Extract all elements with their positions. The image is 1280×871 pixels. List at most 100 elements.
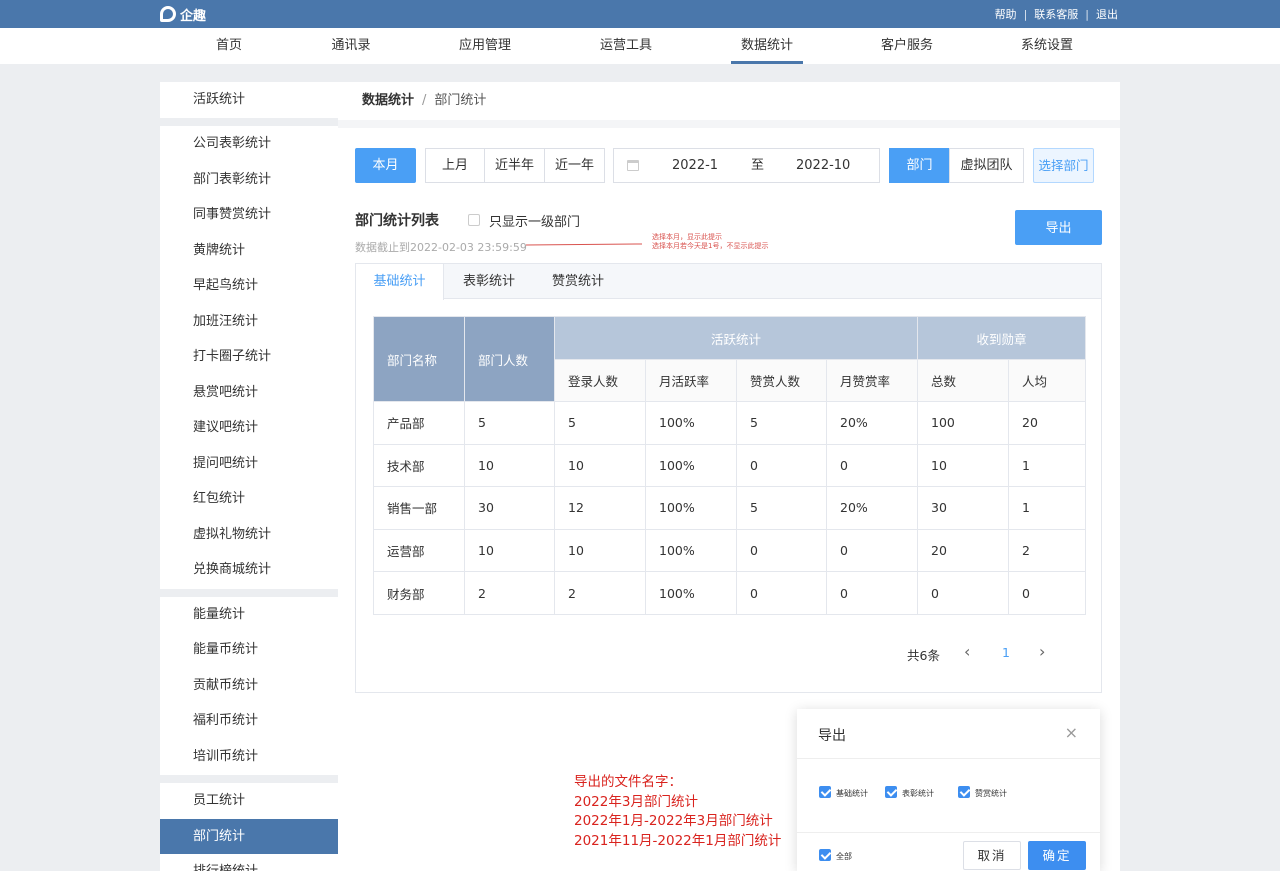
pager-page-1[interactable]: 1: [1002, 645, 1010, 660]
breadcrumb: 数据统计 / 部门统计: [362, 93, 487, 108]
group-header-active: 活跃统计: [554, 316, 918, 360]
list-title: 部门统计列表: [355, 213, 439, 229]
export-all-label[interactable]: 全部: [836, 851, 852, 862]
confirm-button[interactable]: 确定: [1028, 841, 1086, 870]
export-praise-checkbox[interactable]: [958, 786, 970, 798]
period-last-month-button[interactable]: 上月: [425, 148, 485, 183]
sidebar-item-department[interactable]: 部门统计: [160, 819, 338, 854]
scope-department-button[interactable]: 部门: [889, 148, 950, 183]
nav-data-statistics[interactable]: 数据统计: [731, 28, 803, 64]
sidebar-item-question[interactable]: 提问吧统计: [160, 446, 338, 481]
col-header-dept-count: 部门人数: [464, 316, 555, 402]
sidebar-item-checkin-circle[interactable]: 打卡圈子统计: [160, 339, 338, 374]
sidebar-item-dept-award[interactable]: 部门表彰统计: [160, 162, 338, 197]
sidebar-item-energy-coin[interactable]: 能量币统计: [160, 632, 338, 667]
export-award-label[interactable]: 表彰统计: [902, 788, 934, 799]
select-department-button[interactable]: 选择部门: [1033, 148, 1094, 183]
table-row: 运营部 10 10 100% 0 0 20 2: [373, 528, 1086, 573]
breadcrumb-parent[interactable]: 数据统计: [362, 93, 414, 108]
date-range-picker[interactable]: 2022-1 至 2022-10: [613, 148, 880, 183]
date-range-separator: 至: [751, 158, 765, 173]
sidebar-item-contribution-coin[interactable]: 贡献币统计: [160, 668, 338, 703]
export-button[interactable]: 导出: [1015, 210, 1102, 245]
col-header-monthly-praise-rate: 月赞赏率: [826, 359, 918, 402]
nav-customer-service[interactable]: 客户服务: [878, 28, 936, 64]
divider: [797, 758, 1100, 759]
divider: [797, 832, 1100, 833]
sidebar-item-yellow-card[interactable]: 黄牌统计: [160, 233, 338, 268]
sidebar-item-training-coin[interactable]: 培训币统计: [160, 739, 338, 774]
export-dialog: 导出 × 基础统计 表彰统计 赞赏统计 全部 取消 确定: [797, 709, 1100, 871]
sidebar-item-company-award[interactable]: 公司表彰统计: [160, 126, 338, 161]
annotation-line: [525, 243, 643, 246]
sidebar-item-suggestion[interactable]: 建议吧统计: [160, 410, 338, 445]
nav-operation-tools[interactable]: 运营工具: [597, 28, 655, 64]
tab-award-stats[interactable]: 表彰统计: [451, 264, 527, 299]
sidebar-item-employee[interactable]: 员工统计: [160, 783, 338, 818]
scope-virtual-team-button[interactable]: 虚拟团队: [949, 148, 1024, 183]
sidebar-item-exchange-mall[interactable]: 兑换商城统计: [160, 552, 338, 587]
nav-home[interactable]: 首页: [209, 28, 249, 64]
col-header-praise-count: 赞赏人数: [736, 359, 827, 402]
main-nav: 首页 通讯录 应用管理 运营工具 数据统计 客户服务 系统设置: [0, 28, 1280, 64]
sidebar-item-bounty[interactable]: 悬赏吧统计: [160, 375, 338, 410]
data-deadline-text: 数据截止到2022-02-03 23:59:59: [355, 241, 527, 254]
close-icon[interactable]: ×: [1065, 723, 1078, 742]
tab-basic-stats[interactable]: 基础统计: [356, 264, 444, 300]
logout-link[interactable]: 退出: [1096, 6, 1118, 22]
sidebar-divider: [160, 775, 338, 783]
sidebar-item-virtual-gift[interactable]: 虚拟礼物统计: [160, 517, 338, 552]
pager-total: 共6条: [907, 648, 940, 663]
logo-text: 企趣: [180, 8, 207, 24]
only-top-level-checkbox[interactable]: [468, 214, 480, 226]
department-stats-table: 部门名称 部门人数 活跃统计 收到勋章 登录人数 月活跃率 赞赏人数 月赞赏率 …: [373, 316, 1086, 615]
sidebar: 活跃统计 公司表彰统计 部门表彰统计 同事赞赏统计 黄牌统计 早起鸟统计 加班汪…: [160, 82, 338, 871]
period-one-year-button[interactable]: 近一年: [544, 148, 605, 183]
nav-system-settings[interactable]: 系统设置: [1018, 28, 1076, 64]
contact-support-link[interactable]: 联系客服: [1034, 6, 1078, 22]
export-basic-checkbox[interactable]: [819, 786, 831, 798]
pager-prev-icon[interactable]: ‹: [964, 642, 970, 661]
top-bar: 企趣 帮助 | 联系客服 | 退出: [0, 0, 1280, 28]
nav-contacts[interactable]: 通讯录: [331, 28, 371, 64]
sidebar-item-welfare-coin[interactable]: 福利币统计: [160, 703, 338, 738]
top-links: 帮助 | 联系客服 | 退出: [994, 6, 1118, 22]
sidebar-divider: [160, 118, 338, 126]
period-half-year-button[interactable]: 近半年: [484, 148, 545, 183]
logo[interactable]: 企趣: [160, 4, 206, 24]
export-basic-label[interactable]: 基础统计: [836, 788, 868, 799]
tab-praise-stats[interactable]: 赞赏统计: [540, 264, 616, 299]
sidebar-item-active-stats[interactable]: 活跃统计: [160, 82, 338, 117]
divider: [338, 120, 1120, 128]
sidebar-item-colleague-praise[interactable]: 同事赞赏统计: [160, 197, 338, 232]
period-this-month-button[interactable]: 本月: [355, 148, 416, 183]
export-award-checkbox[interactable]: [885, 786, 897, 798]
export-dialog-title: 导出: [818, 728, 846, 744]
cancel-button[interactable]: 取消: [963, 841, 1021, 870]
date-end[interactable]: 2022-10: [796, 149, 850, 182]
export-praise-label[interactable]: 赞赏统计: [975, 788, 1007, 799]
sidebar-item-red-packet[interactable]: 红包统计: [160, 481, 338, 516]
sidebar-divider: [160, 589, 338, 597]
only-top-level-label[interactable]: 只显示一级部门: [489, 211, 580, 230]
table-row: 产品部 5 5 100% 5 20% 100 20: [373, 401, 1086, 445]
stats-card: 基础统计 表彰统计 赞赏统计 部门名称 部门人数 活跃统计 收到勋章 登录人数 …: [355, 263, 1102, 693]
annotation-note-2: 选择本月若今天是1号，不显示此提示: [652, 242, 769, 250]
date-start[interactable]: 2022-1: [672, 149, 718, 182]
col-header-monthly-active-rate: 月活跃率: [645, 359, 737, 402]
nav-app-management[interactable]: 应用管理: [456, 28, 514, 64]
group-header-medal: 收到勋章: [917, 316, 1086, 360]
sidebar-item-early-bird[interactable]: 早起鸟统计: [160, 268, 338, 303]
table-row: 财务部 2 2 100% 0 0 0 0: [373, 571, 1086, 615]
export-all-checkbox[interactable]: [819, 849, 831, 861]
help-link[interactable]: 帮助: [995, 6, 1017, 22]
tab-bar: 基础统计 表彰统计 赞赏统计: [356, 264, 1101, 300]
sidebar-item-leaderboard[interactable]: 排行榜统计: [160, 854, 338, 871]
col-header-medal-average: 人均: [1008, 359, 1086, 402]
sidebar-item-overtime[interactable]: 加班汪统计: [160, 304, 338, 339]
calendar-icon: [627, 160, 639, 171]
pager-next-icon[interactable]: ›: [1039, 642, 1045, 661]
sidebar-item-energy[interactable]: 能量统计: [160, 597, 338, 632]
col-header-login-count: 登录人数: [554, 359, 646, 402]
col-header-medal-total: 总数: [917, 359, 1009, 402]
